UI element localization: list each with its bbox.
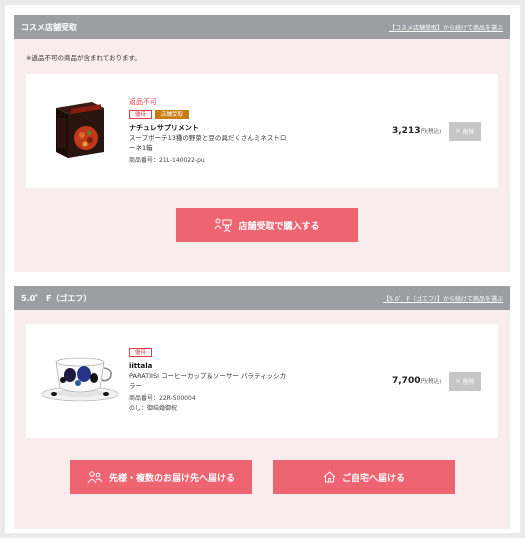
multi-destination-label: 先様・複数のお届け先へ届ける <box>108 473 235 484</box>
product-price: 3,213円(税込) <box>392 126 441 136</box>
deliver-home-label: ご自宅へ届ける <box>341 473 405 484</box>
yutai-badge: 優待 <box>129 110 153 119</box>
store-pickup-purchase-label: 店舗受取で購入する <box>238 221 320 232</box>
cart-item-card: 返品不可 優待 店舗受取 ナチュレサプリメント スープボーテ13種の野菜と豆の具… <box>26 74 498 188</box>
delete-button[interactable]: ✕ 削除 <box>449 122 481 141</box>
yutai-badge: 優待 <box>129 348 153 357</box>
section-cosme-store-pickup: コスメ店舗受取 【コスメ店舗受取】から続けて商品を選ぶ ※返品不可の商品が含まれ… <box>14 15 510 272</box>
nonreturn-label: 返品不可 <box>129 98 157 106</box>
section-title: コスメ店舗受取 <box>21 22 77 32</box>
close-icon: ✕ <box>455 128 461 135</box>
home-icon <box>323 471 336 483</box>
badge-row: 優待 店舗受取 <box>129 110 289 119</box>
store-pickup-purchase-button[interactable]: 店舗受取で購入する <box>176 208 358 242</box>
product-price: 7,700円(税込) <box>392 376 441 386</box>
product-name[interactable]: スープボーテ13種の野菜と豆の具だくさんミネストローネ1箱 <box>129 133 289 153</box>
product-brand: ナチュレサプリメント <box>129 124 199 132</box>
price-unit: 円(税込) <box>420 379 442 385</box>
deliver-home-button[interactable]: ご自宅へ届ける <box>273 460 455 494</box>
section-goef: 5.0゜ F（ゴエフ） 【5.0゜ F（ゴエフ）】から続けて商品を選ぶ 優待 i… <box>14 286 510 529</box>
product-code: 商品番号：21L-140022-pu <box>129 157 205 164</box>
delete-label: 削除 <box>462 379 475 386</box>
delete-label: 削除 <box>462 129 475 136</box>
multi-destination-button[interactable]: 先様・複数のお届け先へ届ける <box>70 460 252 494</box>
section-header: 5.0゜ F（ゴエフ） 【5.0゜ F（ゴエフ）】から続けて商品を選ぶ <box>14 286 510 310</box>
price-value: 7,700 <box>392 376 421 386</box>
section-header: コスメ店舗受取 【コスメ店舗受取】から続けて商品を選ぶ <box>14 15 510 39</box>
cart-frame: コスメ店舗受取 【コスメ店舗受取】から続けて商品を選ぶ ※返品不可の商品が含まれ… <box>5 5 520 533</box>
price-value: 3,213 <box>392 126 421 136</box>
users-icon <box>87 470 103 484</box>
close-icon: ✕ <box>455 378 461 385</box>
product-image <box>40 356 120 402</box>
section-title: 5.0゜ F（ゴエフ） <box>21 293 92 303</box>
noshi-info: のし：御結婚御祝 <box>129 405 178 412</box>
badge-row: 優待 <box>129 348 289 357</box>
continue-shopping-link[interactable]: 【コスメ店舗受取】から続けて商品を選ぶ <box>389 23 503 32</box>
price-unit: 円(税込) <box>420 129 442 135</box>
product-code: 商品番号：22R-500004 <box>129 395 196 402</box>
product-info: 返品不可 優待 店舗受取 ナチュレサプリメント スープボーテ13種の野菜と豆の具… <box>129 97 289 166</box>
delete-button[interactable]: ✕ 削除 <box>449 372 481 391</box>
store-pickup-icon <box>214 218 232 232</box>
store-pickup-badge: 店舗受取 <box>155 110 190 119</box>
cart-item-card: 優待 iittala PARATIISI コーヒーカップ＆ソーサー パラティッシ… <box>26 324 498 438</box>
product-name[interactable]: PARATIISI コーヒーカップ＆ソーサー パラティッシカラー <box>129 371 289 391</box>
nonreturn-notice: ※返品不可の商品が含まれております。 <box>26 54 141 62</box>
continue-shopping-link[interactable]: 【5.0゜ F（ゴエフ）】から続けて商品を選ぶ <box>383 294 503 303</box>
product-image <box>52 98 108 160</box>
product-info: 優待 iittala PARATIISI コーヒーカップ＆ソーサー パラティッシ… <box>129 348 289 414</box>
product-brand: iittala <box>129 362 153 370</box>
